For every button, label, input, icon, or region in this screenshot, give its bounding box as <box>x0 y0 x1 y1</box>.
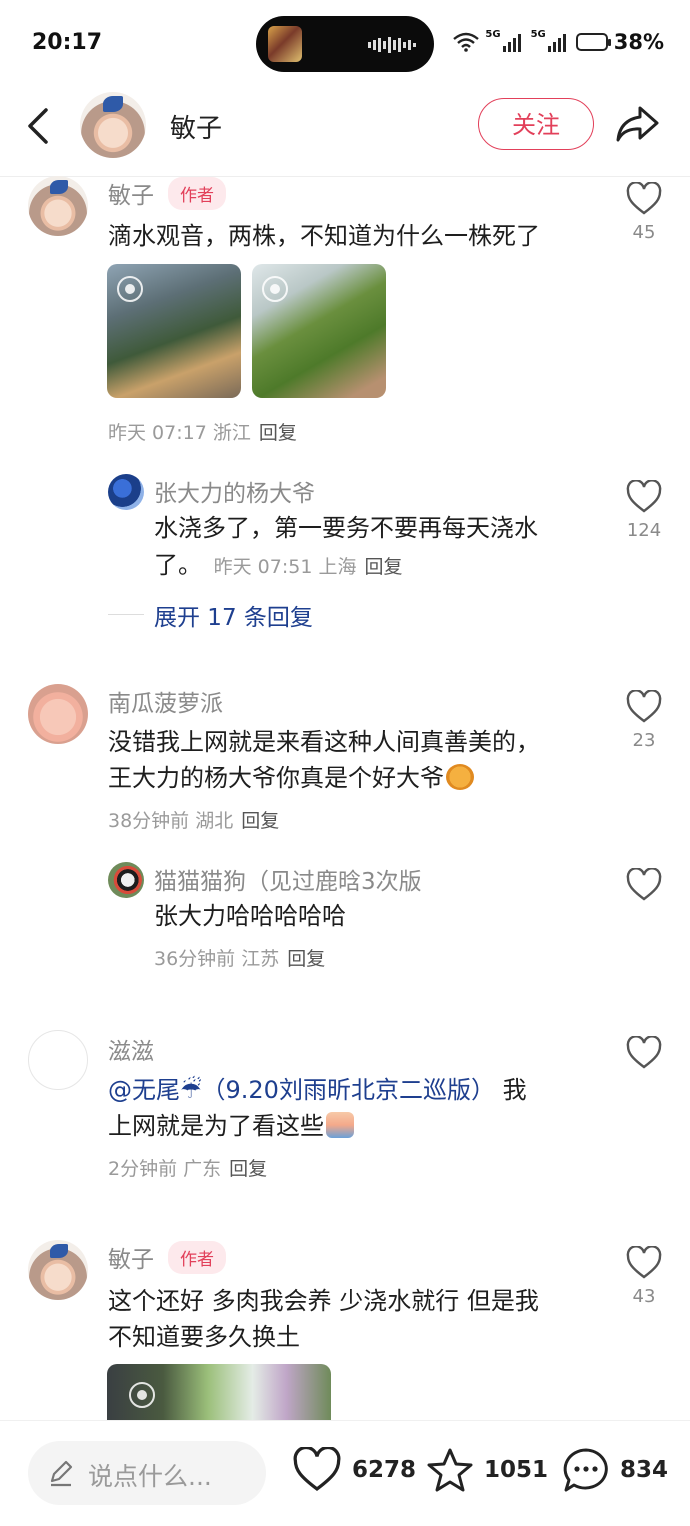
comment-like[interactable] <box>614 1035 674 1074</box>
star-icon[interactable] <box>426 1447 474 1493</box>
wifi-icon <box>453 32 480 52</box>
collect-action[interactable]: 1051 <box>426 1447 548 1493</box>
comment-username[interactable]: 敏子 <box>108 1240 154 1274</box>
comment-image[interactable] <box>107 1364 331 1420</box>
comment-meta: 38分钟前 湖北 回复 <box>108 810 280 832</box>
reply-meta: 36分钟前 江苏 回复 <box>154 948 326 970</box>
author-tag: 作者 <box>168 1241 226 1274</box>
heart-icon[interactable] <box>626 689 662 724</box>
comment-avatar[interactable] <box>28 1240 88 1300</box>
comment-action[interactable]: 834 <box>562 1447 668 1493</box>
header-divider <box>0 176 690 177</box>
network-label-1: 5G <box>485 28 501 40</box>
battery-percent: 38% <box>613 30 664 54</box>
comment-image-1[interactable] <box>107 264 241 398</box>
network-label-2: 5G <box>530 28 546 40</box>
comment-input-placeholder: 说点什么... <box>88 1462 212 1491</box>
follow-button[interactable]: 关注 <box>478 98 594 150</box>
comment-meta: 昨天 07:17 浙江 回复 <box>108 422 297 444</box>
comment-username[interactable]: 滋滋 <box>108 1032 154 1066</box>
author-name[interactable]: 敏子 <box>170 108 222 145</box>
heart-icon[interactable] <box>626 1035 662 1070</box>
signal-icon <box>502 34 521 52</box>
reply-link[interactable]: 回复 <box>365 556 403 578</box>
comment-username[interactable]: 南瓜菠萝派 <box>108 684 223 718</box>
audio-wave-icon <box>368 37 416 53</box>
bottom-action-bar: 说点什么... 6278 1051 834 <box>0 1420 690 1526</box>
signal-icon-2 <box>547 34 566 52</box>
author-tag: 作者 <box>168 177 226 210</box>
comment-text-line1[interactable]: @无尾☔（9.20刘雨昕北京二巡版） 我 <box>108 1072 527 1109</box>
comment-avatar[interactable] <box>28 176 88 236</box>
heart-icon[interactable] <box>626 867 662 902</box>
comment-image-2[interactable] <box>252 264 386 398</box>
reply-link[interactable]: 回复 <box>229 1158 267 1180</box>
reply-username[interactable]: 猫猫猫狗（见过鹿晗3次版 <box>154 862 422 896</box>
comment-avatar[interactable] <box>28 1030 88 1090</box>
author-avatar[interactable] <box>80 92 146 158</box>
reply-avatar[interactable] <box>108 474 144 510</box>
live-photo-icon <box>262 276 288 302</box>
reply-text-line2[interactable]: 了。 昨天 07:51 上海 回复 <box>154 547 403 586</box>
like-total: 6278 <box>352 1457 417 1483</box>
comment-meta: 2分钟前 广东 回复 <box>108 1158 268 1180</box>
mention-link[interactable]: @无尾☔（9.20刘雨昕北京二巡版） <box>108 1076 495 1104</box>
heart-icon[interactable] <box>292 1447 342 1493</box>
reply-text-line1[interactable]: 水浇多了，第一要务不要再每天浇水 <box>154 510 538 547</box>
comment-input[interactable]: 说点什么... <box>28 1441 266 1505</box>
cat-emoji-icon <box>446 764 474 790</box>
reply-meta: 昨天 07:51 上海 回复 <box>213 556 403 578</box>
heart-icon[interactable] <box>626 181 662 216</box>
status-icons: 5G 5G 38% <box>453 28 664 54</box>
heart-icon[interactable] <box>626 479 662 514</box>
like-action[interactable]: 6278 <box>292 1447 416 1493</box>
collect-total: 1051 <box>484 1457 549 1483</box>
live-photo-icon <box>117 276 143 302</box>
pencil-icon <box>50 1460 73 1487</box>
like-count: 124 <box>626 520 662 541</box>
comment-text-line2[interactable]: 上网就是为了看这些 <box>108 1108 354 1145</box>
sticker-emoji-icon <box>326 1112 354 1138</box>
status-bar: 20:17 5G 5G 38% <box>0 0 690 88</box>
reply-username[interactable]: 张大力的杨大爷 <box>154 474 315 508</box>
expand-replies-link[interactable]: 展开 17 条回复 <box>154 598 313 632</box>
live-photo-icon <box>129 1382 155 1408</box>
back-arrow-icon[interactable] <box>22 106 56 146</box>
comment-text[interactable]: 滴水观音，两株，不知道为什么一株死了 <box>108 218 540 255</box>
battery-icon <box>575 33 611 51</box>
comment-text-line1[interactable]: 没错我上网就是来看这种人间真善美的， <box>108 724 540 761</box>
comment-like[interactable]: 43 <box>614 1245 674 1307</box>
comment-username[interactable]: 敏子 <box>108 176 154 210</box>
comment-avatar[interactable] <box>28 684 88 744</box>
comment-text-line2[interactable]: 王大力的杨大爷你真是个好大爷 <box>108 760 474 797</box>
chat-bubble-icon[interactable] <box>562 1447 610 1493</box>
like-count: 45 <box>632 222 656 243</box>
comment-like[interactable]: 45 <box>614 181 674 243</box>
reply-text[interactable]: 张大力哈哈哈哈哈 <box>154 898 346 935</box>
reply-like[interactable]: 124 <box>614 479 674 541</box>
reply-avatar[interactable] <box>108 862 144 898</box>
status-time: 20:17 <box>32 30 103 55</box>
like-count: 23 <box>632 730 656 751</box>
comment-like[interactable]: 23 <box>614 689 674 751</box>
note-header: 敏子 关注 <box>0 88 690 168</box>
comment-text-line2[interactable]: 不知道要多久换土 <box>108 1319 300 1356</box>
like-count: 43 <box>632 1286 656 1307</box>
dynamic-island[interactable] <box>256 16 434 72</box>
expand-divider <box>108 614 144 615</box>
comment-total: 834 <box>620 1457 669 1483</box>
reply-link[interactable]: 回复 <box>241 810 279 832</box>
reply-like[interactable] <box>614 867 674 906</box>
reply-link[interactable]: 回复 <box>287 948 325 970</box>
media-thumbnail <box>268 26 302 62</box>
heart-icon[interactable] <box>626 1245 662 1280</box>
reply-link[interactable]: 回复 <box>259 422 297 444</box>
comment-text-line1[interactable]: 这个还好 多肉我会养 少浇水就行 但是我 <box>108 1283 539 1320</box>
share-icon[interactable] <box>614 104 660 144</box>
